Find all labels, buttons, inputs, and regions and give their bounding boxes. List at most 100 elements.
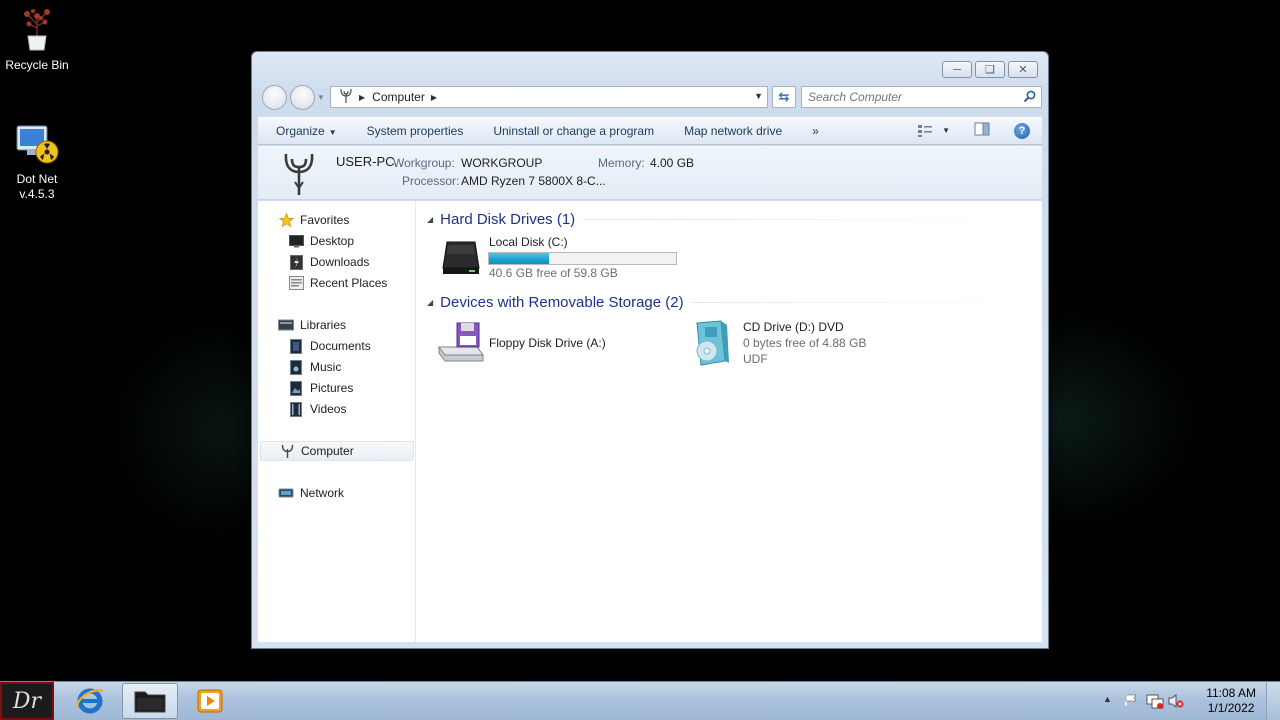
drive-c-free-space: 40.6 GB free of 59.8 GB	[489, 266, 618, 280]
breadcrumb-expand-icon[interactable]: ▶	[431, 93, 437, 102]
action-center-flag-icon[interactable]	[1124, 693, 1138, 710]
network-icon	[278, 485, 294, 501]
preview-pane-button[interactable]	[974, 122, 990, 139]
maximize-button[interactable]: ❑	[975, 61, 1005, 78]
drive-local-disk-c[interactable]: Local Disk (C:) 40.6 GB free of 59.8 GB	[435, 235, 685, 285]
workgroup-label: Workgroup:	[393, 156, 455, 170]
collapse-triangle-icon[interactable]: ◢	[427, 298, 433, 307]
caption-buttons: ─ ❑ ✕	[942, 61, 1038, 78]
minimize-button[interactable]: ─	[942, 61, 972, 78]
nav-libraries[interactable]: Libraries	[258, 315, 346, 335]
show-hidden-icons-button[interactable]: ▲	[1103, 694, 1112, 704]
volume-muted-icon[interactable]	[1168, 693, 1184, 712]
nav-computer[interactable]: Computer	[260, 441, 414, 461]
floppy-drive-icon	[437, 321, 485, 368]
more-commands-button[interactable]: »	[797, 124, 834, 138]
refresh-icon: ⇆	[778, 89, 790, 104]
nav-documents-label: Documents	[310, 339, 371, 353]
nav-computer-label: Computer	[301, 444, 354, 458]
show-desktop-button[interactable]	[1266, 682, 1280, 720]
drive-c-name: Local Disk (C:)	[489, 235, 568, 249]
libraries-icon	[278, 317, 294, 333]
clock[interactable]: 11:08 AM 1/1/2022	[1206, 686, 1256, 716]
breadcrumb-separator-icon[interactable]: ▶	[359, 93, 365, 102]
nav-videos[interactable]: Videos	[258, 399, 346, 419]
network-tray-icon[interactable]	[1146, 693, 1164, 712]
chevron-down-icon: ▼	[328, 128, 337, 137]
search-input[interactable]	[802, 87, 1012, 107]
minimize-icon: ─	[953, 63, 961, 76]
drive-floppy-a[interactable]: Floppy Disk Drive (A:)	[435, 319, 675, 369]
group-hard-disk-drives[interactable]: ◢ Hard Disk Drives (1)	[427, 209, 1036, 229]
nav-documents[interactable]: Documents	[258, 336, 371, 356]
maximize-icon: ❑	[985, 64, 995, 76]
nav-network-label: Network	[300, 486, 345, 500]
processor-value: AMD Ryzen 7 5800X 8-C...	[461, 174, 606, 188]
nav-desktop-label: Desktop	[310, 234, 355, 248]
dotnet-installer-icon	[13, 120, 61, 168]
explorer-window: ─ ❑ ✕ ▼ ▶ Computer ▶ ▼ ⇆ Organize▼ Syste…	[251, 51, 1049, 649]
forward-button[interactable]	[290, 85, 315, 110]
group-removable-storage[interactable]: ◢ Devices with Removable Storage (2)	[427, 292, 1036, 312]
clock-date: 1/1/2022	[1207, 701, 1255, 715]
content-area: Favorites Desktop Downloads Recent Place…	[258, 201, 1042, 642]
collapse-triangle-icon[interactable]: ◢	[427, 215, 433, 224]
change-view-button[interactable]: ▼	[917, 124, 950, 138]
computer-icon	[279, 443, 295, 459]
breadcrumb-computer[interactable]: Computer	[372, 90, 425, 104]
recent-places-icon	[288, 275, 304, 291]
drive-d-name: CD Drive (D:) DVD	[743, 320, 844, 334]
nav-music-label: Music	[310, 360, 342, 374]
drive-c-usage-fill	[489, 253, 549, 264]
nav-network[interactable]: Network	[258, 483, 344, 503]
nav-pictures[interactable]: Pictures	[258, 378, 353, 398]
recycle-bin-label: Recycle Bin	[5, 58, 69, 72]
nav-videos-label: Videos	[310, 402, 347, 416]
nav-music[interactable]: Music	[258, 357, 341, 377]
group-divider	[691, 301, 1036, 303]
processor-label: Processor:	[402, 174, 460, 188]
drive-cd-d[interactable]: CD Drive (D:) DVD 0 bytes free of 4.88 G…	[689, 319, 919, 369]
group-removable-storage-title: Devices with Removable Storage (2)	[440, 293, 684, 311]
taskbar: Dr ▲ 11:08 AM 1/1/2022	[0, 681, 1280, 720]
downloads-folder-icon	[288, 254, 304, 270]
nav-favorites[interactable]: Favorites	[258, 210, 349, 230]
address-dropdown-icon[interactable]: ▼	[754, 91, 763, 101]
dotnet-shortcut[interactable]: Dot Net v.4.5.3	[0, 120, 74, 202]
videos-library-icon	[288, 401, 304, 417]
pictures-library-icon	[288, 380, 304, 396]
taskbar-media-player[interactable]	[182, 683, 238, 719]
folder-icon	[134, 691, 166, 713]
address-row: ▼ ▶ Computer ▶ ▼ ⇆	[260, 85, 1042, 111]
computer-name: USER-PC	[336, 154, 395, 169]
recent-pages-dropdown-icon[interactable]: ▼	[317, 93, 325, 102]
computer-icon	[339, 88, 353, 107]
nav-desktop[interactable]: Desktop	[258, 231, 354, 251]
address-bar[interactable]: ▶ Computer ▶ ▼	[330, 86, 768, 108]
uninstall-program-button[interactable]: Uninstall or change a program	[478, 124, 669, 138]
drive-d-filesystem: UDF	[743, 352, 768, 366]
close-button[interactable]: ✕	[1008, 61, 1038, 78]
nav-favorites-label: Favorites	[300, 213, 350, 227]
drive-a-name: Floppy Disk Drive (A:)	[489, 336, 606, 350]
organize-button[interactable]: Organize ▼	[258, 124, 352, 138]
search-box[interactable]	[801, 86, 1042, 108]
help-icon[interactable]: ?	[1014, 122, 1030, 139]
recycle-bin-shortcut[interactable]: Recycle Bin	[0, 6, 74, 73]
back-button[interactable]	[262, 85, 287, 110]
map-network-drive-button[interactable]: Map network drive	[669, 124, 797, 138]
cd-drive-icon	[691, 319, 733, 372]
preview-pane-icon	[974, 122, 990, 136]
dotnet-label-line1: Dot Net	[16, 172, 58, 186]
details-pane: USER-PC Workgroup: WORKGROUP Memory: 4.0…	[258, 146, 1042, 200]
taskbar-internet-explorer[interactable]	[62, 683, 118, 719]
nav-downloads[interactable]: Downloads	[258, 252, 369, 272]
nav-downloads-label: Downloads	[310, 255, 370, 269]
taskbar-windows-explorer[interactable]	[122, 683, 178, 719]
internet-explorer-icon	[76, 688, 104, 714]
search-icon[interactable]	[1023, 90, 1036, 106]
nav-recent-places[interactable]: Recent Places	[258, 273, 387, 293]
refresh-button[interactable]: ⇆	[772, 86, 796, 108]
start-button[interactable]: Dr	[0, 682, 54, 720]
system-properties-button[interactable]: System properties	[352, 124, 479, 138]
